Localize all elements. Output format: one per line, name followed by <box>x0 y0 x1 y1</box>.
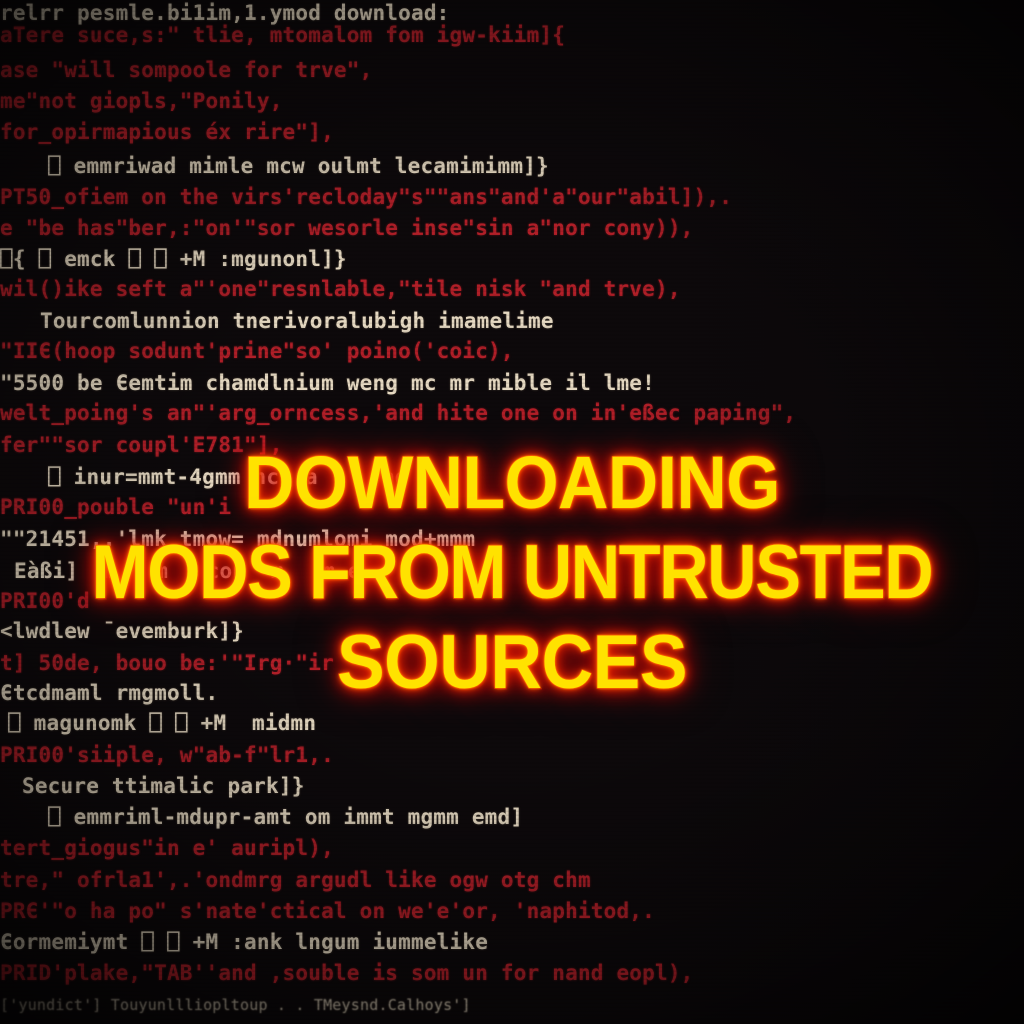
terminal-log-line: Tourcomlunnion tnerivoralubigh imamelime <box>40 309 554 333</box>
terminal-log-line: for_opirmapious éx rire"], <box>0 120 334 144</box>
headline-line-3: SOURCES <box>336 619 688 706</box>
terminal-log-line: PRID'plake,"TAB''and ,souble is som un f… <box>0 961 694 985</box>
terminal-log-line: relrr pesmle.bi1im,1.ymod download: <box>0 1 450 25</box>
terminal-log-line: ['yundict'] Touyunllliopltoup . . TMeysn… <box>0 996 471 1014</box>
terminal-log-line: me"not giopls,"Ponily, <box>0 89 283 113</box>
terminal-log-line: ⎕ emmriml-mdupr-amt om immt mgmm emd] <box>48 805 524 829</box>
terminal-log-line: "IIЄ(hoop sodunt'prine"so' poino('coic), <box>0 339 514 363</box>
terminal-log-line: wil()ike seft a"'one"resnlable,"tile nis… <box>0 277 681 301</box>
headline-line-1: DOWNLOADING <box>243 440 781 525</box>
terminal-log-line: ase "will sompoole for trve", <box>0 58 373 82</box>
terminal-log-line: "5500 be Єemtim chamdlnium weng mc mr mi… <box>0 371 655 395</box>
terminal-log-line: tert_giogus"in e' auripl), <box>0 836 334 860</box>
terminal-log-line: Secure ttimalic park]} <box>22 774 305 798</box>
terminal-log-line: Єormemiymt ⎕ ⎕ +M :ank lngum iummelike <box>0 930 489 954</box>
terminal-log-line: PRЄ'"o ha po" s'nate'ctical on we'e'or, … <box>0 899 655 923</box>
terminal-log-line: ⎕ magunomk ⎕ ⎕ +M midmn <box>8 711 317 735</box>
terminal-log-line: e "be has"ber,:"on'"sor wesorle inse"sin… <box>0 216 694 240</box>
headline-line-2: MODS FROM UNTRUSTED <box>91 529 934 616</box>
terminal-log-line: ⎕ emmriwad mimle mcw oulmt lecamimimm]} <box>48 154 549 178</box>
headline-banner: DOWNLOADING MODS FROM UNTRUSTED SOURCES <box>0 438 1024 708</box>
terminal-log-line: aTere suce,s:" tlie, mtomalom fom igw-ki… <box>0 23 566 47</box>
terminal-log-line: tre," ofrla1',.'ondmrg argudl like ogw o… <box>0 868 591 892</box>
terminal-log-line: welt_poing's an"'arg_orncess,'and hite o… <box>0 401 797 425</box>
terminal-log-line: PRI00'siiple, w"ab-f"lr1,. <box>0 743 334 767</box>
screenshot-canvas: relrr pesmle.bi1im,1.ymod download: aTere… <box>0 0 1024 1024</box>
terminal-log-line: PT50_ofiem on the virs'recloday"s""ans"a… <box>0 185 733 209</box>
terminal-log-line: ⎕{ ⎕ emck ⎕ ⎕ +M :mgunonl]} <box>0 247 347 271</box>
